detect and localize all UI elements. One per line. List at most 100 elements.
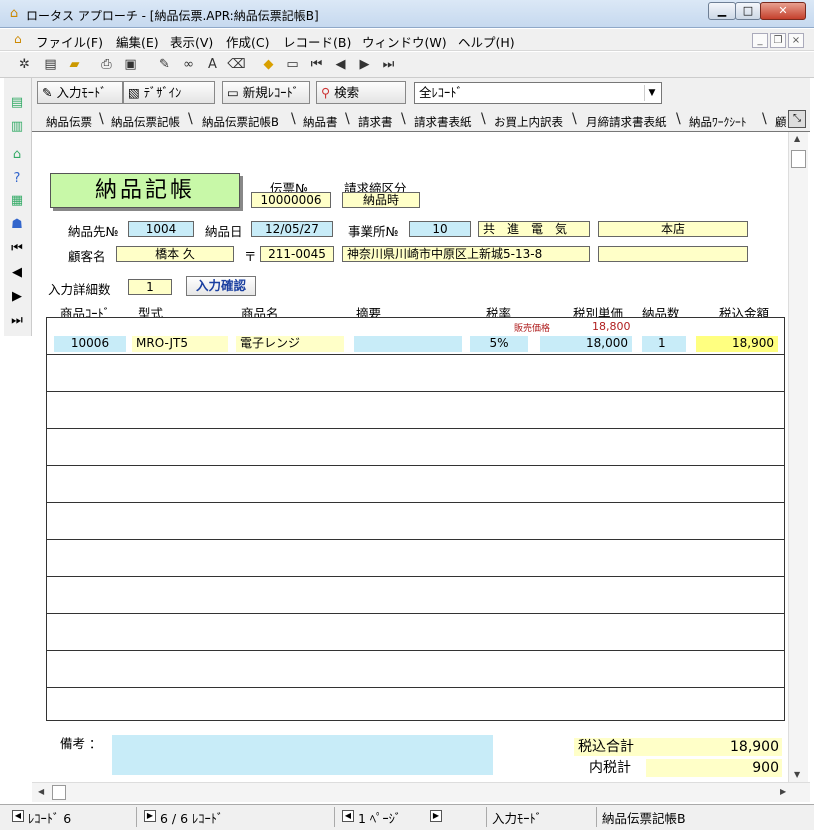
scroll-left-icon[interactable]: ◀ [38,787,44,796]
people-icon[interactable]: ☗ [6,214,28,236]
left-last-record-icon[interactable]: ⏭ [6,310,28,332]
left-first-record-icon[interactable]: ⏮ [6,238,28,260]
preview-icon[interactable]: ▣ [120,54,141,75]
row-tax-rate-field[interactable]: 5% [470,336,528,352]
search-button[interactable]: ⚲ 検索 [316,81,406,104]
office-no-label: 事業所№ [348,224,399,239]
last-record-icon[interactable]: ⏭ [378,54,399,75]
branch-field[interactable]: 本店 [598,221,748,237]
tab-delivery-slip[interactable]: 納品伝票 [46,114,92,130]
next-record-icon[interactable]: ▶ [354,54,375,75]
document-icon[interactable]: ⌂ [14,32,22,46]
prev-record-icon[interactable]: ◀ [330,54,351,75]
tab-delivery-entry-b[interactable]: 納品伝票記帳B [202,114,279,130]
row-quantity-field[interactable]: 1 [642,336,686,352]
new-file-icon[interactable]: ✲ [14,54,35,75]
documents-icon[interactable]: ▥ [6,116,28,138]
input-mode-button[interactable]: ✎ 入力ﾓｰﾄﾞ [37,81,123,104]
tab-scroll-button[interactable]: ⤡ [788,110,806,128]
address2-field[interactable] [598,246,748,262]
mdi-close-button[interactable]: × [788,33,804,48]
scroll-right-icon[interactable]: ▶ [780,787,786,796]
database-icon[interactable]: ▦ [6,190,28,212]
left-next-record-icon[interactable]: ▶ [6,286,28,308]
tab-purchase-breakdown[interactable]: お買上内訳表 [494,114,563,130]
menu-create[interactable]: 作成(C) [226,32,269,51]
delivery-date-field[interactable]: 12/05/27 [251,221,333,237]
row-name-field[interactable]: 電子レンジ [236,336,344,352]
customer-field[interactable]: 橋本 久 [116,246,234,262]
row-model-field[interactable]: MRO-JT5 [132,336,228,352]
mdi-minimize-button[interactable]: _ [752,33,768,48]
delivery-to-field[interactable]: 1004 [128,221,194,237]
first-record-icon[interactable]: ⏮ [306,54,327,75]
input-confirm-button[interactable]: 入力確認 [186,276,256,296]
tab-delivery-note[interactable]: 納品書 [303,114,338,130]
menu-edit[interactable]: 編集(E) [116,32,159,51]
tab-monthly-invoice-cover[interactable]: 月締請求書表紙 [586,114,667,130]
horizontal-scrollbar[interactable]: ◀ ▶ [32,782,810,802]
row-code-field[interactable]: 10006 [54,336,126,352]
print-icon[interactable]: ⎙ [96,54,117,75]
chevron-down-icon[interactable]: ▼ [644,85,659,101]
document-stack-icon[interactable]: ▤ [6,92,28,114]
row-note-field[interactable] [354,336,462,352]
tab-divider: \ [188,111,193,127]
row-total-field[interactable]: 18,900 [696,336,778,352]
menu-file[interactable]: ファイル(F) [36,32,103,51]
page-next-icon[interactable]: ▶ [430,810,442,822]
tab-invoice[interactable]: 請求書 [358,114,393,130]
voucher-no-field[interactable]: 10000006 [251,192,331,208]
design-button[interactable]: ▧ ﾃﾞｻﾞｲﾝ [123,81,215,104]
mdi-restore-button[interactable]: ❐ [770,33,786,48]
menu-help[interactable]: ヘルプ(H) [458,32,515,51]
record-filter-select[interactable]: 全ﾚｺｰﾄﾞ ▼ [414,82,662,104]
tab-divider: \ [572,111,577,127]
tab-invoice-cover[interactable]: 請求書表紙 [414,114,472,130]
minimize-button[interactable]: ▁ [708,2,736,20]
record-prev-icon[interactable]: ◀ [12,810,24,822]
home-icon[interactable]: ⌂ [6,144,28,166]
close-button[interactable]: ✕ [760,2,806,20]
memo-field[interactable] [112,735,493,775]
text-tool-icon[interactable]: ∞ [178,54,199,75]
left-prev-record-icon[interactable]: ◀ [6,262,28,284]
menu-record[interactable]: レコード(B) [283,32,351,51]
detail-count-field[interactable]: 1 [128,279,172,295]
tab-delivery-entry[interactable]: 納品伝票記帳 [111,114,180,130]
open-file-icon[interactable]: ▤ [40,54,61,75]
new-record-button[interactable]: ▭ 新規ﾚｺｰﾄﾞ [222,81,310,104]
billing-category-field[interactable]: 納品時 [342,192,420,208]
folder-icon[interactable]: ▰ [64,54,85,75]
form-view-icon[interactable]: ▭ [282,54,303,75]
address-field[interactable]: 神奈川県川崎市中原区上新城5-13-8 [342,246,590,262]
row-divider [47,539,784,540]
vertical-scroll-thumb[interactable] [791,150,806,168]
tab-delivery-worksheet[interactable]: 納品ﾜｰｸｼｰﾄ [689,114,747,130]
scroll-up-icon[interactable]: ▲ [794,134,800,143]
status-page[interactable]: 1 ﾍﾟｰｼﾞ [358,808,401,827]
status-record: ﾚｺｰﾄﾞ 6 [28,811,72,826]
maximize-button[interactable]: □ [735,2,761,20]
field-tool-icon[interactable]: A [202,54,223,75]
tab-customer[interactable]: 顧 [775,114,787,130]
menu-view[interactable]: 表示(V) [170,32,213,51]
record-next-icon[interactable]: ▶ [144,810,156,822]
row-divider [47,687,784,688]
menu-window[interactable]: ウィンドウ(W) [362,32,447,51]
status-form-name[interactable]: 納品伝票記帳B [602,808,686,827]
status-divider [136,807,137,827]
office-no-field[interactable]: 10 [409,221,471,237]
vertical-scrollbar[interactable]: ▲ ▼ [788,132,808,782]
horizontal-scroll-thumb[interactable] [52,785,66,800]
help-icon[interactable]: ? [6,168,28,190]
postal-code-field[interactable]: 211-0045 [260,246,334,262]
scroll-down-icon[interactable]: ▼ [794,770,800,779]
company-field[interactable]: 共 進 電 気 [478,221,590,237]
brush-icon[interactable]: ⌫ [226,54,247,75]
diamond-icon[interactable]: ◆ [258,54,279,75]
row-unit-price-field[interactable]: 18,000 [540,336,632,352]
page-prev-icon[interactable]: ◀ [342,810,354,822]
status-mode[interactable]: 入力ﾓｰﾄﾞ [492,808,542,827]
pencil-icon[interactable]: ✎ [154,54,175,75]
